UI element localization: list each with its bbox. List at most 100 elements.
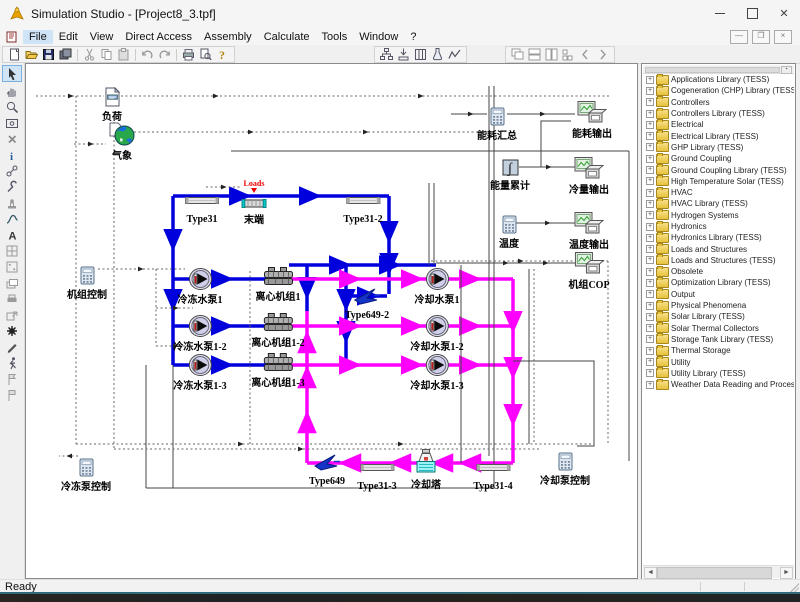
library-item[interactable]: +Hydrogen Systems <box>643 210 794 221</box>
menu-calculate[interactable]: Calculate <box>258 30 316 44</box>
zoom-tool[interactable] <box>3 99 21 114</box>
menu-view[interactable]: View <box>84 30 120 44</box>
component-Type649-2[interactable]: Type649-2 <box>345 287 389 322</box>
print-small-tool[interactable] <box>3 291 21 306</box>
expand-icon[interactable]: + <box>646 381 654 389</box>
plot-tool[interactable] <box>3 211 21 226</box>
save-icon[interactable] <box>41 47 56 62</box>
expand-icon[interactable]: + <box>646 132 654 140</box>
layers-tool[interactable] <box>3 275 21 290</box>
expand-icon[interactable]: + <box>646 121 654 129</box>
component-冷却水泵1-2[interactable]: 冷却水泵1-2 <box>410 315 463 354</box>
library-item[interactable]: +Ground Coupling <box>643 153 794 164</box>
component-冷却泵控制[interactable]: 冷却泵控制 <box>540 452 590 488</box>
library-item[interactable]: +Controllers Library (TESS) <box>643 108 794 119</box>
component-Type649[interactable]: Type649 <box>309 453 345 488</box>
next-window-icon[interactable] <box>595 47 610 62</box>
expand-icon[interactable]: + <box>646 290 654 298</box>
library-item[interactable]: +High Temperature Solar (TESS) <box>643 176 794 187</box>
component-Type31[interactable]: Type31 <box>184 192 220 226</box>
component-冷冻水泵1[interactable]: 冷冻水泵1 <box>178 268 223 307</box>
library-item[interactable]: +Electrical <box>643 119 794 130</box>
component-Type31-2[interactable]: Type31-2 <box>343 192 382 226</box>
expand-icon[interactable]: + <box>646 347 654 355</box>
component-离心机组1-2[interactable]: 离心机组1-2 <box>251 313 304 350</box>
resize-grip[interactable] <box>790 583 799 592</box>
copy-icon[interactable] <box>99 47 114 62</box>
component-冷却塔[interactable]: 冷却塔 <box>411 449 441 492</box>
maximize-button[interactable] <box>736 0 768 27</box>
library-item[interactable]: +Hydronics <box>643 221 794 232</box>
expand-icon[interactable]: + <box>646 98 654 106</box>
export-tool[interactable] <box>3 307 21 322</box>
library-item[interactable]: +Hydronics Library (TESS) <box>643 232 794 243</box>
expand-icon[interactable]: + <box>646 313 654 321</box>
expand-icon[interactable]: + <box>646 369 654 377</box>
component-冷冻泵控制[interactable]: 冷冻泵控制 <box>61 458 111 494</box>
close-button[interactable]: ✕ <box>768 0 800 27</box>
expand-icon[interactable]: + <box>646 234 654 242</box>
previous-window-icon[interactable] <box>578 47 593 62</box>
link-tool[interactable] <box>3 163 21 178</box>
hierarchy-icon[interactable] <box>379 47 394 62</box>
component-离心机组1-3[interactable]: 离心机组1-3 <box>251 353 304 390</box>
expand-icon[interactable]: + <box>646 166 654 174</box>
menu-help[interactable]: ? <box>404 30 422 44</box>
component-机组控制[interactable]: 机组控制 <box>67 266 107 302</box>
expand-icon[interactable]: + <box>646 302 654 310</box>
expand-icon[interactable]: + <box>646 110 654 118</box>
component-冷冻水泵1-3[interactable]: 冷冻水泵1-3 <box>173 354 226 393</box>
mdi-close-button[interactable]: × <box>774 30 792 44</box>
cut-icon[interactable] <box>82 47 97 62</box>
arrange-icons-icon[interactable] <box>561 47 576 62</box>
pen-tool[interactable] <box>3 339 21 354</box>
library-item[interactable]: +Weather Data Reading and Process <box>643 379 794 390</box>
library-item[interactable]: +Physical Phenomena <box>643 300 794 311</box>
tile-horizontal-icon[interactable] <box>527 47 542 62</box>
library-item[interactable]: +GHP Library (TESS) <box>643 142 794 153</box>
menu-file[interactable]: File <box>23 30 53 44</box>
assembly-canvas[interactable]: 负荷气象Type31Loads末端Type31-2能耗汇总能耗输出∫能量累计冷量… <box>25 63 638 579</box>
menu-assembly[interactable]: Assembly <box>198 30 258 44</box>
library-item[interactable]: +HVAC <box>643 187 794 198</box>
component-冷冻水泵1-2[interactable]: 冷冻水泵1-2 <box>173 315 226 354</box>
library-item[interactable]: +Output <box>643 289 794 300</box>
library-top-scrollbar[interactable]: ▪ <box>643 65 794 74</box>
library-item[interactable]: +Utility Library (TESS) <box>643 368 794 379</box>
text-tool[interactable]: A <box>3 227 21 242</box>
select-tool[interactable] <box>2 65 22 82</box>
menu-direct-access[interactable]: Direct Access <box>119 30 198 44</box>
pan-tool[interactable] <box>3 83 21 98</box>
minimize-button[interactable] <box>704 0 736 27</box>
probe-icon[interactable] <box>430 47 445 62</box>
expand-icon[interactable]: + <box>646 279 654 287</box>
run-tool[interactable] <box>3 355 21 370</box>
help-icon[interactable]: ? <box>215 47 230 62</box>
insert-component-icon[interactable] <box>396 47 411 62</box>
component-温度[interactable]: 温度 <box>499 215 519 251</box>
library-horizontal-scrollbar[interactable]: ◄ ► <box>643 565 794 578</box>
component-气象[interactable]: 气象 <box>109 122 135 163</box>
component-末端[interactable]: Loads末端 <box>241 180 267 227</box>
expand-icon[interactable]: + <box>646 177 654 185</box>
grid-b-tool[interactable] <box>3 259 21 274</box>
expand-icon[interactable]: + <box>646 143 654 151</box>
expand-icon[interactable]: + <box>646 358 654 366</box>
flag-a-tool[interactable] <box>3 371 21 386</box>
print-icon[interactable] <box>181 47 196 62</box>
expand-icon[interactable]: + <box>646 211 654 219</box>
menu-tools[interactable]: Tools <box>316 30 354 44</box>
library-item[interactable]: +Obsolete <box>643 266 794 277</box>
menu-window[interactable]: Window <box>353 30 404 44</box>
component-冷却水泵1-3[interactable]: 冷却水泵1-3 <box>410 354 463 393</box>
print-preview-icon[interactable] <box>198 47 213 62</box>
library-item[interactable]: +Solar Thermal Collectors <box>643 323 794 334</box>
component-温度输出[interactable]: 温度输出 <box>569 211 609 252</box>
mdi-minimize-button[interactable]: — <box>730 30 748 44</box>
scrollbar-thumb[interactable] <box>657 567 772 579</box>
expand-icon[interactable]: + <box>646 87 654 95</box>
scroll-right-arrow[interactable]: ► <box>780 567 793 579</box>
undo-icon[interactable] <box>140 47 155 62</box>
grid-a-tool[interactable] <box>3 243 21 258</box>
expand-icon[interactable]: + <box>646 256 654 264</box>
